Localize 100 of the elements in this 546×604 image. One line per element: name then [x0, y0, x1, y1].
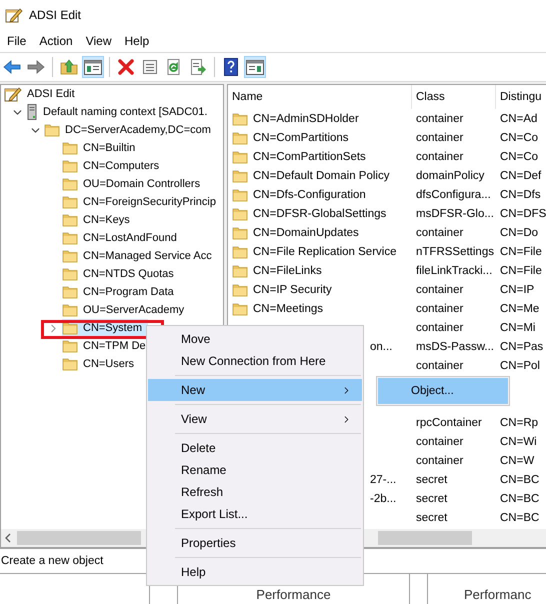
- folder-icon: [62, 285, 78, 299]
- folder-icon: [232, 264, 248, 278]
- table-cell: CN=BC: [500, 512, 540, 524]
- pane-icon: [84, 60, 102, 74]
- table-cell: container: [416, 112, 464, 124]
- table-cell: fileLinkTracki...: [416, 264, 492, 276]
- tree-item[interactable]: OU=ServerAcademy: [62, 301, 190, 319]
- menu-item[interactable]: Rename: [148, 459, 362, 481]
- table-cell: 27-...: [370, 474, 396, 486]
- tree-item[interactable]: CN=Builtin: [62, 139, 142, 157]
- table-cell: CN=FileLinks: [253, 264, 322, 276]
- menu-item[interactable]: Action: [34, 34, 81, 48]
- table-cell: secret: [416, 474, 448, 486]
- table-cell: CN=BC: [500, 492, 540, 504]
- column-title: Performanc: [464, 587, 532, 602]
- folder-icon: [232, 130, 248, 144]
- tree-item[interactable]: OU=Domain Controllers: [62, 175, 206, 193]
- table-cell: CN=Dfs-Configuration: [253, 188, 366, 200]
- table-cell: CN=W: [500, 454, 534, 466]
- toolbar-button[interactable]: [244, 56, 266, 78]
- folder-icon: [62, 357, 78, 371]
- table-cell: container: [416, 132, 464, 144]
- menu-item[interactable]: Help: [148, 561, 362, 583]
- table-cell: CN=Co: [500, 150, 538, 162]
- refresh-icon: [166, 59, 182, 75]
- table-cell: CN=Rp: [500, 416, 538, 428]
- table-cell: container: [416, 360, 464, 372]
- folder-icon: [62, 231, 78, 245]
- tree-item[interactable]: CN=LostAndFound: [62, 229, 183, 247]
- window-title: ADSI Edit: [29, 8, 82, 22]
- table-cell: container: [416, 150, 464, 162]
- folder-icon: [62, 339, 78, 353]
- table-cell: container: [416, 302, 464, 314]
- menu-item[interactable]: Refresh: [148, 481, 362, 503]
- table-cell: dfsConfigura...: [416, 188, 491, 200]
- toolbar-button[interactable]: [82, 56, 104, 78]
- table-cell: rpcContainer: [416, 416, 482, 428]
- folder-icon: [62, 321, 78, 335]
- table-cell: -2b...: [370, 492, 396, 504]
- tree-item[interactable]: CN=Users: [62, 355, 140, 373]
- folder-icon: [62, 159, 78, 173]
- help-icon: [224, 58, 238, 76]
- table-cell: CN=Pas: [500, 340, 544, 352]
- tree-item[interactable]: CN=ForeignSecurityPrincip: [62, 193, 222, 211]
- folder-icon: [62, 177, 78, 191]
- table-cell: CN=File Replication Service: [253, 246, 396, 258]
- table-cell: CN=ComPartitions: [253, 132, 349, 144]
- forward-arrow-icon: [27, 60, 45, 74]
- table-cell: secret: [416, 492, 448, 504]
- tree-item[interactable]: CN=NTDS Quotas: [62, 265, 180, 283]
- tree-item[interactable]: Default naming context [SADC01.: [26, 103, 214, 121]
- tree-item[interactable]: CN=Computers: [62, 157, 166, 175]
- table-cell: CN=DFSR-GlobalSettings: [253, 208, 386, 220]
- table-cell: CN=Def: [500, 170, 542, 182]
- table-cell: CN=Ad: [500, 112, 538, 124]
- menu-item[interactable]: Help: [120, 34, 158, 48]
- table-cell: CN=File: [500, 246, 542, 258]
- folder-icon: [62, 303, 78, 317]
- table-cell: CN=Default Domain Policy: [253, 170, 390, 182]
- column-title: Performance: [256, 587, 331, 602]
- menu-item[interactable]: Export List...: [148, 503, 362, 525]
- folder-icon: [232, 282, 248, 296]
- folder-icon: [232, 244, 248, 258]
- menu-item[interactable]: New: [148, 379, 362, 401]
- tree-item[interactable]: CN=Managed Service Acc: [62, 247, 218, 265]
- column-header[interactable]: Distingu: [496, 85, 546, 109]
- table-cell: nTFRSSettings: [416, 246, 494, 258]
- table-cell: container: [416, 436, 464, 448]
- folder-icon: [62, 195, 78, 209]
- table-cell: container: [416, 454, 464, 466]
- table-cell: CN=DFS: [500, 208, 546, 220]
- tree-item[interactable]: DC=ServerAcademy,DC=com: [44, 121, 217, 139]
- table-cell: CN=Me: [500, 302, 540, 314]
- menu-item[interactable]: File: [2, 34, 34, 48]
- table-cell: container: [416, 284, 464, 296]
- tree-item[interactable]: ADSI Edit: [4, 85, 81, 103]
- folder-icon: [232, 226, 248, 240]
- pane-icon: [246, 60, 264, 74]
- folder-icon: [232, 206, 248, 220]
- table-cell: secret: [416, 512, 448, 524]
- folder-icon: [232, 112, 248, 126]
- folder-icon: [232, 150, 248, 164]
- tree-item[interactable]: CN=Keys: [62, 211, 136, 229]
- menu-item[interactable]: View: [148, 408, 362, 430]
- folder-icon: [62, 249, 78, 263]
- table-cell: CN=BC: [500, 474, 540, 486]
- menu-item[interactable]: View: [80, 34, 120, 48]
- folder-icon: [62, 141, 78, 155]
- table-cell: CN=DomainUpdates: [253, 226, 359, 238]
- table-cell: CN=IP: [500, 284, 534, 296]
- menu-item[interactable]: Properties: [148, 532, 362, 554]
- table-cell: CN=Mi: [500, 322, 536, 334]
- menu-item[interactable]: Delete: [148, 437, 362, 459]
- table-cell: CN=Co: [500, 132, 538, 144]
- status-text: Create a new object: [0, 555, 104, 567]
- menu-item[interactable]: Object...: [378, 378, 508, 404]
- column-header[interactable]: Class: [412, 85, 496, 109]
- tree-item[interactable]: CN=Program Data: [62, 283, 180, 301]
- column-header[interactable]: Name: [228, 85, 412, 109]
- up-folder-icon: [60, 59, 78, 75]
